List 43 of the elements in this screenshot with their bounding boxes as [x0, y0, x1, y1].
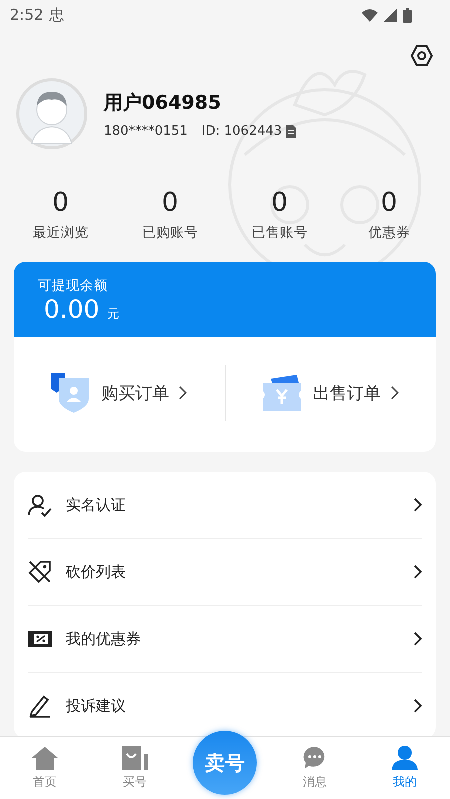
settings-icon[interactable]: [410, 44, 434, 68]
currency-unit: 元: [108, 306, 120, 323]
menu-item[interactable]: 砍价列表: [28, 539, 422, 606]
notification-icon: 忠: [50, 6, 65, 24]
stat-label[interactable]: 已售账号: [252, 224, 308, 242]
order-link[interactable]: 购买订单: [14, 373, 224, 413]
chevron-right-icon: [179, 386, 188, 400]
chevron-right-icon: [414, 699, 422, 713]
battery-icon: [403, 8, 412, 22]
home-icon: [32, 746, 58, 770]
shopping-bag-icon: [122, 746, 148, 770]
coupon-icon: [28, 629, 52, 649]
phone-number: 180****0151: [104, 124, 188, 138]
stat-value[interactable]: 0: [52, 188, 70, 218]
document-icon[interactable]: [286, 124, 296, 138]
pen-icon: [28, 694, 52, 718]
stat-label[interactable]: 最近浏览: [32, 224, 89, 242]
shield-icon: [51, 373, 92, 413]
chevron-right-icon: [414, 565, 422, 579]
avatar-icon: [16, 78, 88, 150]
signal-icon: [384, 8, 397, 22]
balance-label: 可提现余额: [38, 277, 108, 295]
stat-value[interactable]: 0: [380, 188, 398, 218]
chevron-right-icon: [414, 632, 422, 646]
stat-value[interactable]: 0: [162, 188, 179, 218]
person-icon: [392, 746, 418, 770]
stat-label[interactable]: 已购账号: [142, 224, 198, 242]
chevron-right-icon: [390, 386, 399, 400]
user-check-icon: [28, 493, 52, 517]
user-id: ID: 1062443: [202, 124, 282, 138]
menu-item[interactable]: 我的优惠券: [28, 606, 422, 673]
nav-tab[interactable]: 我的: [360, 737, 450, 799]
chevron-right-icon: [414, 498, 422, 512]
ticket-icon: [262, 375, 303, 411]
user-name: 用户064985: [104, 90, 222, 116]
stat-label[interactable]: 优惠券: [368, 224, 410, 242]
chat-bubble-icon: [303, 746, 327, 770]
balance-amount: 0.00: [44, 295, 100, 324]
wifi-icon: [362, 8, 378, 22]
menu-item[interactable]: 实名认证: [28, 472, 422, 539]
status-time: 2:52: [10, 6, 44, 24]
tag-icon: [28, 560, 52, 584]
order-link[interactable]: 出售订单: [226, 375, 436, 411]
